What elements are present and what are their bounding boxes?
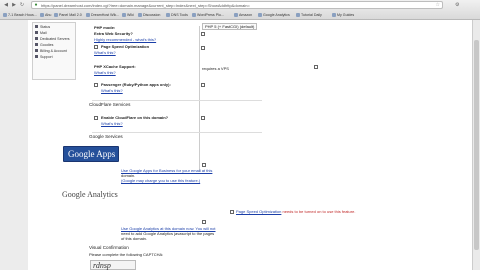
bookmark-label: My Guides (337, 13, 355, 17)
bookmark-label: DreamHost Wik... (91, 13, 120, 17)
google-apps-charge-note[interactable]: (Google may charge you to use this featu… (121, 178, 200, 183)
cloudflare-checkbox-2[interactable] (201, 116, 205, 120)
bookmark-label: Wiki (127, 13, 134, 17)
page-speed-warning-text: needs to be turned on to use this featur… (282, 209, 356, 214)
google-apps-checkbox[interactable] (202, 163, 206, 167)
page-speed-checkbox[interactable] (94, 45, 98, 49)
page-speed-checkbox-2[interactable] (201, 46, 205, 50)
reload-icon[interactable]: ↻ (19, 2, 25, 8)
nav-item-status[interactable]: Status (35, 25, 50, 30)
bookmark-item[interactable]: Panel Mail 2.0 (54, 12, 82, 18)
page-speed-label: Page Speed Optimization (101, 44, 150, 49)
page-scrollbar[interactable] (472, 20, 480, 270)
bookmark-label: Tutorial Daily (301, 13, 322, 17)
google-heading: Google Services (89, 134, 123, 139)
bookmark-item[interactable]: DreamHost Wik... (86, 12, 119, 18)
cloudflare-heading: CloudFlare Services (89, 102, 131, 107)
page-speed-warning: Page Speed Optimization needs to be turn… (236, 209, 355, 214)
passenger-label: Passenger (Ruby/Python apps only): (101, 82, 171, 87)
bookmark-item[interactable]: Amazon (234, 12, 252, 18)
bookmark-label: Ahu (45, 13, 52, 17)
address-row: ◀ ▶ ↻ ● https://panel.dreamhost.com/inde… (0, 0, 480, 10)
passenger-checkbox-2[interactable] (201, 83, 205, 87)
page-speed-what-link[interactable]: What's this? (94, 50, 116, 55)
wrench-icon[interactable]: ⚙ (455, 2, 473, 8)
page-speed-warning-checkbox[interactable] (230, 210, 234, 214)
nav-label: Dedicated Servers (40, 37, 70, 41)
cloudflare-what-link[interactable]: What's this? (101, 121, 123, 126)
google-analytics-text-3: of this domain. (121, 236, 148, 241)
php-xcache-value: requires a VPS (202, 66, 229, 71)
bookmark-item[interactable]: WordPress Plu... (192, 12, 224, 18)
bookmark-label: DNS Tools (171, 13, 188, 17)
nav-label: Goodies (40, 43, 54, 47)
bookmark-label: Discussion (143, 13, 161, 17)
extra-security-label: Extra Web Security? (94, 31, 133, 36)
php-xcache-checkbox[interactable] (314, 65, 318, 69)
bookmark-item[interactable]: 7-1 Beach Hous... (3, 12, 37, 18)
section-divider (92, 100, 262, 101)
bookmark-item[interactable]: Ahu (40, 12, 51, 18)
browser-chrome: ◀ ▶ ↻ ● https://panel.dreamhost.com/inde… (0, 0, 480, 20)
php-mode-label: PHP mode: (94, 25, 116, 30)
cloudflare-label: Enable CloudFlare on this domain? (101, 115, 169, 120)
scrollbar-thumb[interactable] (474, 40, 479, 250)
bookmark-item[interactable]: Google Analytics (258, 12, 290, 18)
nav-item-mail[interactable]: Mail (35, 31, 47, 36)
cloudflare-checkbox[interactable] (94, 116, 98, 120)
captcha-instructions: Please complete the following CAPTCHA: (89, 252, 164, 257)
page-body: Status Mail Dedicated Servers Goodies Bi… (28, 20, 472, 270)
google-apps-logo-text: Google Apps (68, 149, 116, 159)
nav-label: Status (40, 25, 51, 29)
php-mode-select[interactable]: PHP 5 (+ FastCGI) (default) (202, 23, 258, 30)
captcha-image: rdnsp (90, 260, 136, 270)
forward-icon[interactable]: ▶ (11, 2, 17, 8)
lock-icon: ● (34, 2, 38, 8)
captcha-text: rdnsp (93, 261, 111, 270)
bookmark-label: Panel Mail 2.0 (59, 13, 82, 17)
bookmark-item[interactable]: Wiki (122, 12, 134, 18)
left-navigation: Status Mail Dedicated Servers Goodies Bi… (32, 22, 76, 80)
passenger-checkbox[interactable] (94, 83, 98, 87)
visual-confirmation-heading: Visual Confirmation (89, 245, 129, 250)
url-text[interactable]: https://panel.dreamhost.com/index.cgi?tr… (41, 3, 250, 8)
bookmark-label: Amazon (239, 13, 253, 17)
bookmark-item[interactable]: Tutorial Daily (296, 12, 322, 18)
bookmark-item[interactable]: My Guides (332, 12, 354, 18)
extra-security-note[interactable]: Highly recommended - what's this? (94, 37, 156, 42)
bookmark-item[interactable]: DNS Tools (166, 12, 188, 18)
google-analytics-checkbox[interactable] (202, 220, 206, 224)
nav-item-billing[interactable]: Billing & Account (35, 49, 67, 54)
page-speed-warning-link[interactable]: Page Speed Optimization (236, 209, 281, 214)
bookmark-star-icon[interactable]: ☆ (436, 2, 440, 8)
nav-item-dedicated-servers[interactable]: Dedicated Servers (35, 37, 70, 42)
php-xcache-label: PHP XCache Support: (94, 64, 136, 69)
bookmark-label: Google Analytics (263, 13, 290, 17)
bookmarks-bar: 7-1 Beach Hous... Ahu Panel Mail 2.0 Dre… (0, 10, 480, 20)
extra-security-checkbox[interactable] (201, 32, 205, 36)
passenger-what-link[interactable]: What's this? (101, 88, 123, 93)
google-analytics-logo: Google Analytics (62, 190, 118, 199)
back-icon[interactable]: ◀ (3, 2, 9, 8)
php-xcache-what-link[interactable]: What's this? (94, 70, 116, 75)
bookmark-item[interactable]: Discussion (138, 12, 160, 18)
bookmark-label: 7-1 Beach Hous... (8, 13, 37, 17)
bookmark-label: WordPress Plu... (197, 13, 224, 17)
google-apps-logo: Google Apps (63, 146, 119, 162)
nav-item-goodies[interactable]: Goodies (35, 43, 53, 48)
address-bar[interactable]: ● https://panel.dreamhost.com/index.cgi?… (31, 1, 443, 9)
section-divider (92, 132, 262, 133)
nav-label: Support (40, 55, 53, 59)
nav-label: Billing & Account (40, 49, 67, 53)
nav-item-support[interactable]: Support (35, 55, 53, 60)
nav-label: Mail (40, 31, 47, 35)
